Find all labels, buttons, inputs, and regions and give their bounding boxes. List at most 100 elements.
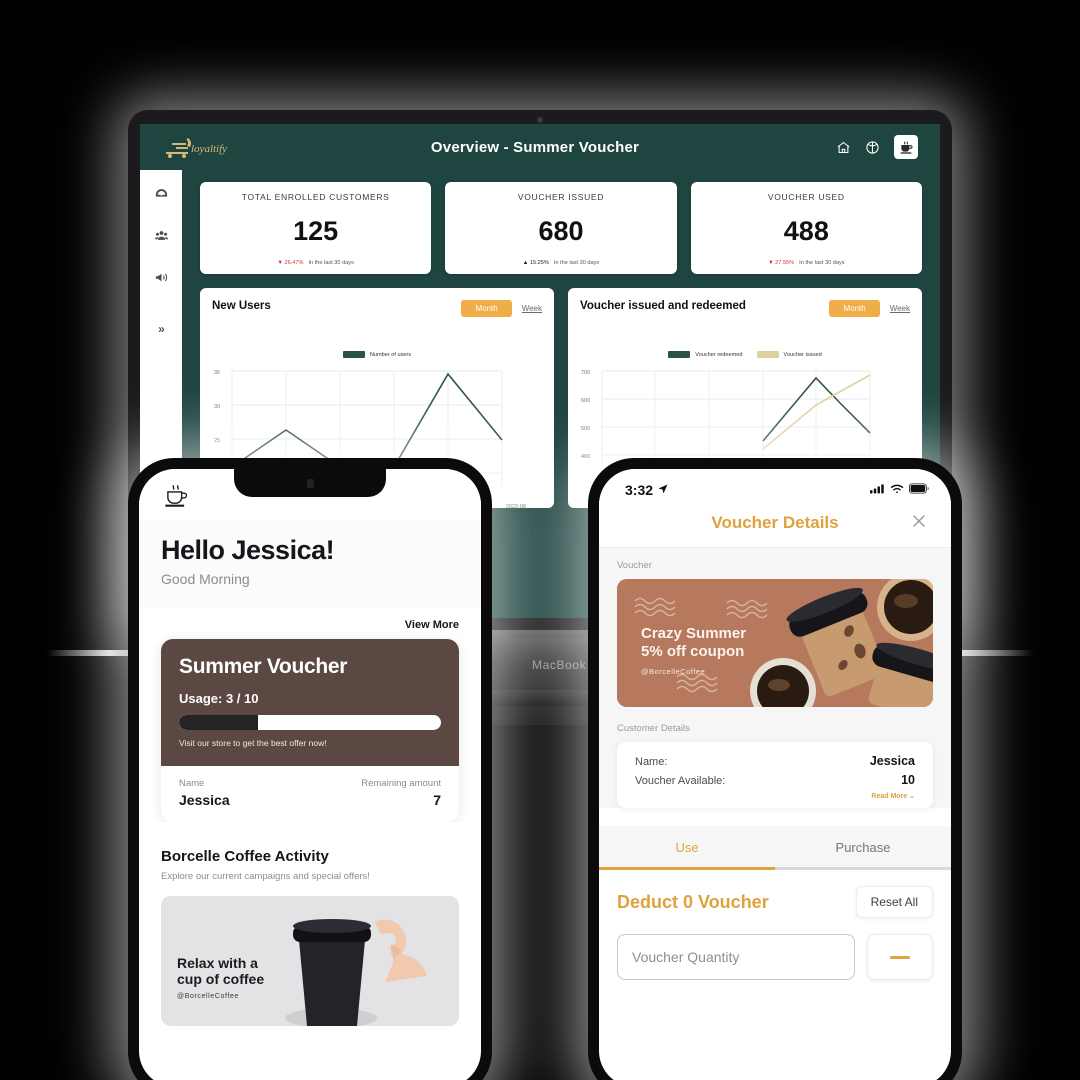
svg-text:30: 30 [214, 404, 220, 410]
close-icon[interactable] [909, 511, 929, 536]
stat-value: 488 [783, 215, 829, 246]
stat-period: In the last 30 days [308, 260, 354, 266]
legend-item: Voucher issued [756, 351, 822, 358]
svg-text:loyaltify: loyaltify [191, 143, 227, 155]
chart-header: Voucher issued and redeemed Month Week [580, 300, 910, 317]
voucher-remaining-block: Remaining amount 7 [361, 778, 441, 808]
stat-delta: ▼ 26.47% [277, 260, 304, 266]
customer-section-label: Customer Details [617, 723, 690, 734]
customer-value: Jessica [869, 754, 915, 768]
voucher-card-top: Summer Voucher Usage: 3 / 10 Visit our s… [161, 639, 459, 766]
svg-text:500: 500 [581, 426, 590, 432]
coupon-text: Crazy Summer 5% off coupon @BorcelleCoff… [641, 625, 746, 676]
customer-key: Name: [635, 756, 668, 768]
chart-title: New Users [212, 300, 271, 312]
view-more-link[interactable]: View More [139, 607, 481, 639]
reset-all-button[interactable]: Reset All [855, 886, 933, 918]
brand-logo-icon[interactable]: loyaltify [162, 134, 234, 160]
stat-label: TOTAL ENROLLED CUSTOMERS [241, 192, 390, 202]
home-icon[interactable] [836, 140, 851, 155]
greeting-title: Hello Jessica! [161, 535, 335, 565]
tab-purchase[interactable]: Purchase [775, 826, 951, 867]
legend-label: Voucher issued [783, 351, 822, 358]
greeting-subtitle: Good Morning [161, 571, 250, 587]
activity-title: Borcelle Coffee Activity [161, 848, 329, 865]
phone-right-screen: 3:32 Voucher Details Voucher Crazy Summe… [599, 469, 951, 1080]
stat-period: In the last 30 days [799, 260, 845, 266]
voucher-card-bottom: Name Jessica Remaining amount 7 [161, 766, 459, 822]
voucher-details-body: Voucher Crazy Summer 5% off coupon @Borc… [599, 548, 951, 808]
stat-card: VOUCHER ISSUED 680 ▲ 15.25% In the last … [445, 182, 677, 274]
customer-value: 10 [901, 773, 915, 787]
voucher-name-value: Jessica [179, 792, 230, 808]
tab-indicator [599, 867, 775, 870]
stat-period: In the last 30 days [553, 260, 600, 266]
svg-text:400: 400 [581, 454, 590, 460]
svg-text:25: 25 [214, 438, 220, 444]
status-indicators [870, 481, 929, 499]
coffee-avatar-icon[interactable] [894, 135, 918, 159]
globe-icon[interactable] [865, 140, 880, 155]
toggle-month[interactable]: Month [829, 300, 880, 317]
stat-value: 125 [293, 215, 339, 246]
voucher-quantity-input[interactable]: Voucher Quantity [617, 934, 855, 980]
svg-text:700: 700 [581, 370, 590, 376]
coffee-cup-logo-icon[interactable] [161, 478, 195, 512]
chart-xtick-label: 2022-06 [505, 504, 526, 508]
stat-footer: ▲ 15.25% In the last 30 days [453, 260, 668, 266]
greeting-block: Hello Jessica! Good Morning [139, 521, 481, 607]
sidebar-item-dashboard[interactable] [154, 186, 169, 206]
minus-icon [890, 955, 910, 959]
deduct-section: Deduct 0 Voucher Reset All Voucher Quant… [599, 870, 951, 980]
sidebar-item-campaigns[interactable] [154, 270, 169, 290]
tab-bar: Use Purchase [599, 826, 951, 867]
stat-delta: ▲ 15.25% [522, 260, 549, 266]
coupon-line-1: Crazy Summer [641, 625, 747, 642]
customer-details-card: Name: Jessica Voucher Available: 10 Read… [617, 742, 933, 808]
phone-notch [234, 469, 386, 497]
minus-button[interactable] [867, 934, 933, 980]
activity-subtitle: Explore our current campaigns and specia… [161, 871, 370, 882]
coupon-line-2: 5% off coupon [641, 643, 745, 660]
coupon-banner[interactable]: Crazy Summer 5% off coupon @BorcelleCoff… [617, 579, 933, 707]
coupon-handle: @BorcelleCoffee [641, 667, 706, 676]
dashboard-header-actions [836, 135, 918, 159]
toggle-week[interactable]: Week [522, 304, 542, 313]
promo-line-1: Relax with a [177, 954, 258, 971]
customer-row: Name: Jessica [635, 754, 915, 768]
promo-handle: @BorcelleCoffee [177, 993, 239, 1000]
dashboard-title: Overview - Summer Voucher [430, 138, 640, 156]
promo-card[interactable]: Relax with a cup of coffee @BorcelleCoff… [161, 896, 459, 1026]
phone-left-device: Hello Jessica! Good Morning View More Su… [128, 458, 492, 1080]
battery-icon [909, 481, 929, 499]
voucher-name-label: Name [179, 778, 205, 789]
toggle-month[interactable]: Month [461, 300, 512, 317]
stat-card: TOTAL ENROLLED CUSTOMERS 125 ▼ 26.47% In… [200, 182, 432, 274]
stat-delta: ▼ 27.55% [768, 260, 795, 266]
status-time: 3:32 [625, 482, 654, 498]
stat-footer: ▼ 26.47% In the last 30 days [208, 260, 423, 266]
chart-range-toggle: Month Week [829, 300, 910, 317]
voucher-progress-bar [179, 715, 441, 730]
scene-root: MacBook Air loyaltify Overview - Summer … [0, 0, 1080, 1080]
voucher-title: Summer Voucher [179, 655, 348, 678]
toggle-week[interactable]: Week [890, 304, 910, 313]
legend-label: Number of users [369, 351, 412, 358]
stat-label: VOUCHER USED [767, 192, 845, 202]
dashboard-header: loyaltify Overview - Summer Voucher [140, 124, 940, 170]
legend-item: Number of users [342, 351, 412, 358]
voucher-card[interactable]: Summer Voucher Usage: 3 / 10 Visit our s… [161, 639, 459, 822]
notch-speaker-icon [306, 478, 314, 488]
voucher-note: Visit our store to get the best offer no… [179, 738, 327, 748]
quantity-row: Voucher Quantity [617, 934, 933, 980]
deduct-header: Deduct 0 Voucher Reset All [617, 886, 933, 918]
location-arrow-icon [657, 482, 669, 498]
sidebar-expand-icon[interactable]: » [158, 322, 165, 336]
read-more-link[interactable]: Read More ⌄ [635, 792, 915, 800]
sidebar-item-customers[interactable] [154, 228, 169, 248]
tab-use[interactable]: Use [599, 826, 775, 867]
status-time-block: 3:32 [625, 482, 669, 498]
chart-legend: Voucher redeemed Voucher issued [580, 351, 910, 358]
stat-label: VOUCHER ISSUED [517, 192, 605, 202]
voucher-usage-label: Usage: 3 / 10 [179, 691, 259, 706]
